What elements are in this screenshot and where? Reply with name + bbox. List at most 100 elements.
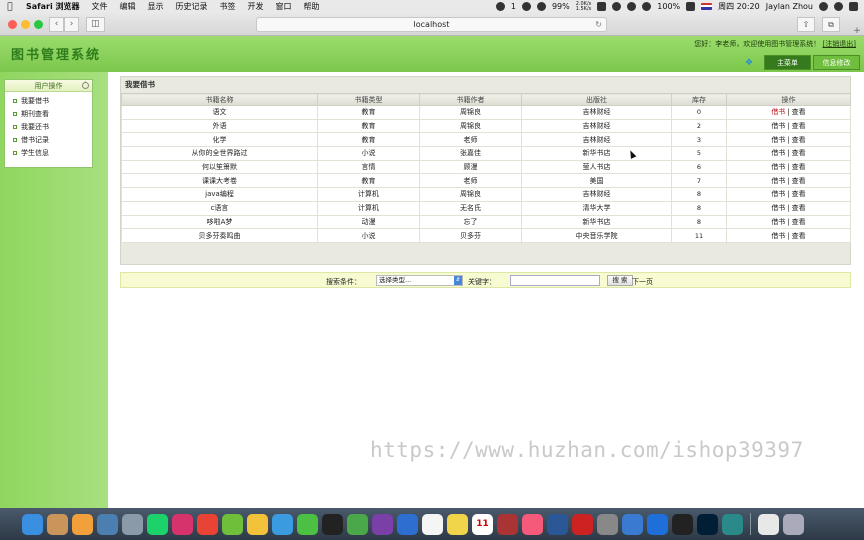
chrome-icon[interactable]	[197, 513, 218, 535]
collapse-icon[interactable]: ˆ	[82, 82, 89, 89]
back-icon[interactable]: ‹	[49, 17, 64, 32]
view-link[interactable]: 查看	[792, 218, 806, 226]
stickies-icon[interactable]	[447, 513, 468, 535]
leaf-icon[interactable]	[222, 513, 243, 535]
launchpad-icon[interactable]	[122, 513, 143, 535]
view-link[interactable]: 查看	[792, 108, 806, 116]
borrow-link[interactable]: 借书	[771, 232, 785, 240]
baidu-netdisk-icon[interactable]	[622, 513, 643, 535]
new-tab-icon[interactable]: +	[850, 27, 864, 36]
screen-icon[interactable]	[597, 2, 607, 11]
xcode-icon[interactable]	[397, 513, 418, 535]
tabs-overview-icon[interactable]: ⧉	[822, 17, 840, 32]
siri-icon[interactable]	[834, 2, 843, 11]
finder-icon[interactable]	[22, 513, 43, 535]
photos-icon[interactable]	[72, 513, 93, 535]
bullet-icon	[13, 99, 17, 103]
share-icon[interactable]: ⇧	[797, 17, 815, 32]
sidebar-item-student-info[interactable]: 学生信息	[13, 147, 92, 160]
menu-help[interactable]: 帮助	[298, 1, 326, 12]
borrow-link[interactable]: 借书	[771, 204, 785, 212]
menu-develop[interactable]: 开发	[242, 1, 270, 12]
documents-icon[interactable]	[758, 513, 779, 535]
sidebar-item-periodicals[interactable]: 期刊查看	[13, 108, 92, 121]
menu-history[interactable]: 历史记录	[170, 1, 214, 12]
evernote-icon[interactable]	[347, 513, 368, 535]
tab-main-menu[interactable]: 主菜单	[764, 55, 811, 70]
intellij-icon[interactable]	[172, 513, 193, 535]
contacts-icon[interactable]	[47, 513, 68, 535]
photoshop-icon[interactable]	[697, 513, 718, 535]
menu-bookmarks[interactable]: 书签	[214, 1, 242, 12]
menu-app-name[interactable]: Safari 浏览器	[20, 1, 86, 12]
pycharm-icon[interactable]	[147, 513, 168, 535]
reload-icon[interactable]: ↻	[595, 18, 602, 31]
borrow-link[interactable]: 借书	[771, 108, 785, 116]
notification-bell-icon[interactable]	[495, 2, 505, 11]
sidebar-toggle-icon[interactable]: ◫	[86, 17, 105, 32]
view-link[interactable]: 查看	[792, 149, 806, 157]
view-link[interactable]: 查看	[792, 232, 806, 240]
qq-status-icon[interactable]	[521, 2, 531, 11]
minimize-window-icon[interactable]	[21, 20, 30, 29]
menu-view[interactable]: 显示	[142, 1, 170, 12]
view-link[interactable]: 查看	[792, 177, 806, 185]
code-icon[interactable]	[627, 2, 637, 11]
spotlight-icon[interactable]	[819, 2, 828, 11]
borrow-link[interactable]: 借书	[771, 149, 785, 157]
remote-desktop-icon[interactable]	[572, 513, 593, 535]
view-link[interactable]: 查看	[792, 163, 806, 171]
wechat-icon[interactable]	[297, 513, 318, 535]
borrow-link[interactable]: 借书	[771, 177, 785, 185]
menu-file[interactable]: 文件	[86, 1, 114, 12]
borrow-link[interactable]: 借书	[771, 122, 785, 130]
borrow-link[interactable]: 借书	[771, 190, 785, 198]
view-link[interactable]: 查看	[792, 122, 806, 130]
view-link[interactable]: 查看	[792, 136, 806, 144]
next-page-link[interactable]: 下一页	[632, 277, 653, 287]
sidebar-item-borrow-records[interactable]: 借书记录	[13, 134, 92, 147]
forward-icon[interactable]: ›	[64, 17, 79, 32]
music-icon[interactable]	[522, 513, 543, 535]
battery-icon[interactable]	[686, 2, 696, 11]
cpu-ring-icon[interactable]	[536, 2, 546, 11]
qq-icon[interactable]	[322, 513, 343, 535]
logout-link[interactable]: [注销退出]	[823, 40, 856, 48]
notes-icon[interactable]	[247, 513, 268, 535]
system-preferences-icon[interactable]	[597, 513, 618, 535]
tab-edit-info[interactable]: 信息修改	[813, 55, 860, 70]
view-link[interactable]: 查看	[792, 204, 806, 212]
preview-icon[interactable]	[97, 513, 118, 535]
textedit-icon[interactable]	[422, 513, 443, 535]
apple-icon[interactable]: 	[0, 2, 20, 12]
borrow-link[interactable]: 借书	[771, 136, 785, 144]
keyword-input[interactable]	[510, 275, 600, 286]
user-name[interactable]: Jaylan Zhou	[766, 2, 813, 11]
trash-icon[interactable]	[783, 513, 804, 535]
teamviewer-icon[interactable]	[647, 513, 668, 535]
axure-icon[interactable]	[372, 513, 393, 535]
input-source-flag-icon[interactable]	[701, 3, 713, 10]
address-bar[interactable]: localhost ↻	[256, 17, 607, 32]
close-window-icon[interactable]	[8, 20, 17, 29]
view-link[interactable]: 查看	[792, 190, 806, 198]
edge-icon[interactable]	[722, 513, 743, 535]
clock[interactable]: 周四 20:20	[718, 1, 760, 12]
menu-window[interactable]: 窗口	[270, 1, 298, 12]
wifi-icon[interactable]	[642, 2, 652, 11]
bluetooth-icon[interactable]	[612, 2, 622, 11]
photo-booth-icon[interactable]	[497, 513, 518, 535]
borrow-link[interactable]: 借书	[771, 163, 785, 171]
sidebar-item-borrow[interactable]: 我要借书	[13, 95, 92, 108]
fullscreen-window-icon[interactable]	[34, 20, 43, 29]
qq-icon-2[interactable]	[672, 513, 693, 535]
notification-center-icon[interactable]	[849, 2, 858, 11]
type-select[interactable]: 选择类型... ⇵	[376, 275, 463, 286]
safari-icon[interactable]	[272, 513, 293, 535]
search-button[interactable]: 搜 索	[607, 275, 633, 286]
calendar-icon[interactable]: 11	[472, 513, 493, 535]
word-icon[interactable]	[547, 513, 568, 535]
menu-edit[interactable]: 编辑	[114, 1, 142, 12]
borrow-link[interactable]: 借书	[771, 218, 785, 226]
sidebar-item-return[interactable]: 我要还书	[13, 121, 92, 134]
